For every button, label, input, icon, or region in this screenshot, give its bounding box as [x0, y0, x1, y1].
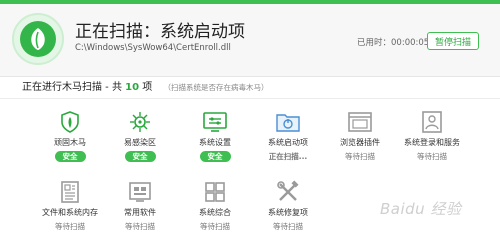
- scan-item-label: 系统设置: [199, 138, 231, 147]
- settings-panel-icon: [202, 110, 228, 134]
- pause-scan-button[interactable]: 暂停扫描: [427, 32, 479, 50]
- virus-icon: [127, 110, 153, 134]
- software-icon: [127, 180, 153, 204]
- status-badge: 安全: [199, 151, 231, 162]
- scan-item-common-software: 常用软件 等待扫描: [100, 180, 180, 236]
- status-text: 等待扫描: [417, 152, 447, 161]
- divider: [0, 98, 500, 99]
- app-logo: [12, 13, 64, 65]
- scan-status-line: 正在进行木马扫描 - 共 10 项 （扫描系统是否存在病毒木马）: [22, 78, 268, 93]
- scan-item-label: 易感染区: [124, 138, 156, 147]
- status-text: 等待扫描: [273, 222, 303, 231]
- scan-item-label: 文件和系统内存: [42, 208, 98, 217]
- status-note: （扫描系统是否存在病毒木马）: [163, 83, 269, 92]
- startup-folder-icon: [275, 110, 301, 134]
- tools-icon: [275, 180, 301, 204]
- status-badge: 安全: [54, 151, 86, 162]
- scan-item-system-comprehensive: 系统综合 等待扫描: [175, 180, 255, 236]
- scan-item-system-settings: 系统设置 安全: [175, 110, 255, 166]
- document-icon: [57, 180, 83, 204]
- scan-item-label: 常用软件: [124, 208, 156, 217]
- status-text: 等待扫描: [55, 222, 85, 231]
- elapsed-time: 已用时：00:00:05: [357, 36, 429, 48]
- status-text: 等待扫描: [200, 222, 230, 231]
- scan-item-label: 浏览器插件: [340, 138, 380, 147]
- status-badge: 安全: [124, 151, 156, 162]
- scan-item-login-services: 系统登录和服务 等待扫描: [392, 110, 472, 166]
- scan-item-label: 系统修复项: [268, 208, 308, 217]
- scan-item-system-repair: 系统修复项 等待扫描: [248, 180, 328, 236]
- scan-item-label: 系统登录和服务: [404, 138, 460, 147]
- status-text: 正在扫描...: [268, 152, 308, 161]
- scan-title: 正在扫描：系统启动项: [75, 22, 245, 42]
- status-suffix: 项: [142, 82, 153, 93]
- status-text: 等待扫描: [125, 222, 155, 231]
- item-count: 10: [125, 82, 140, 93]
- leaf-shield-icon: [20, 21, 56, 57]
- scan-item-label: 顽固木马: [54, 138, 86, 147]
- scan-item-infection-area: 易感染区 安全: [100, 110, 180, 166]
- elapsed-label: 已用时：: [357, 38, 392, 48]
- shield-icon: [57, 110, 83, 134]
- status-text: 等待扫描: [345, 152, 375, 161]
- scan-header: 正在扫描：系统启动项 C:\Windows\SysWow64\CertEnrol…: [0, 4, 500, 77]
- scan-current-file: C:\Windows\SysWow64\CertEnroll.dll: [75, 43, 231, 53]
- scan-item-files-memory: 文件和系统内存 等待扫描: [30, 180, 110, 236]
- windows-icon: [202, 180, 228, 204]
- user-login-icon: [419, 110, 445, 134]
- status-prefix: 正在进行木马扫描 - 共: [22, 82, 122, 93]
- browser-window-icon: [347, 110, 373, 134]
- baidu-watermark: Baidu 经验: [380, 200, 462, 218]
- scan-item-label: 系统综合: [199, 208, 231, 217]
- scan-item-browser-plugins: 浏览器插件 等待扫描: [320, 110, 400, 166]
- elapsed-value: 00:00:05: [391, 38, 430, 48]
- scan-item-startup: 系统启动项 正在扫描...: [248, 110, 328, 166]
- scan-item-stubborn-trojan: 顽固木马 安全: [30, 110, 110, 166]
- scan-item-label: 系统启动项: [268, 138, 308, 147]
